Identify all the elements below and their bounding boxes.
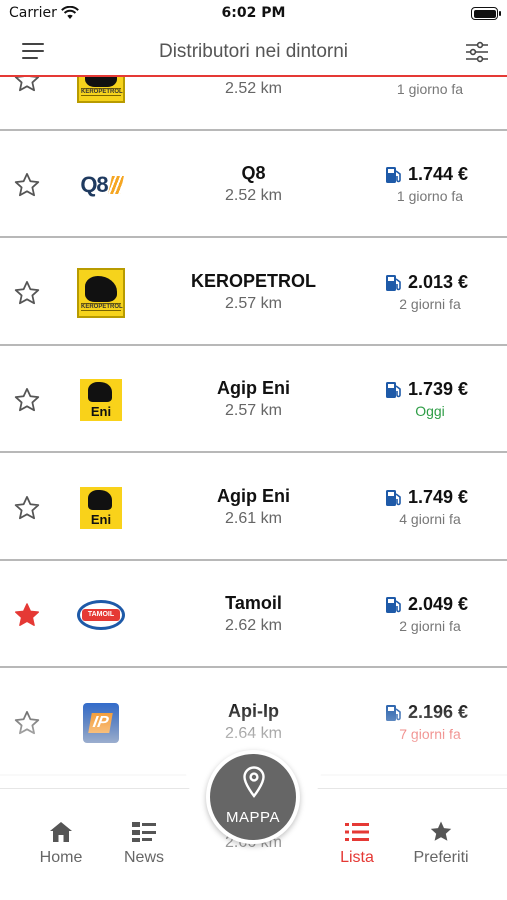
station-row[interactable]: Q8 Q8 2.52 km 1.744 € 1 giorno fa (0, 131, 507, 238)
nav-bar: Distributori nei dintorni (0, 30, 507, 77)
station-row[interactable]: TAMOIL Tamoil 2.62 km 2.049 € 2 giorni f… (0, 561, 507, 668)
station-name: Tamoil (225, 593, 282, 613)
fuel-price: 1.749 € (408, 487, 469, 507)
fuel-pump-icon (386, 167, 401, 183)
fuel-price: 2.013 € (408, 272, 469, 292)
tab-home[interactable]: Home (21, 819, 101, 867)
station-name: Agip Eni (217, 486, 290, 506)
price-updated: 1 giorno fa (396, 188, 464, 204)
station-distance: 2.62 km (225, 617, 282, 634)
price-updated: 4 giorni fa (399, 511, 461, 527)
list-icon (345, 823, 369, 841)
filter-settings-icon[interactable] (465, 40, 489, 64)
fuel-price: 1.744 € (408, 164, 469, 184)
fuel-price: 2.196 € (408, 702, 469, 722)
price-updated: 7 giorni fa (399, 726, 461, 742)
news-icon (132, 822, 156, 842)
price-updated: Oggi (415, 403, 445, 419)
station-name: Q8 (241, 163, 266, 183)
star-outline-icon[interactable] (13, 279, 41, 307)
station-distance: 2.52 km (225, 80, 282, 97)
fuel-pump-icon (386, 490, 401, 506)
station-distance: 2.52 km (225, 187, 282, 204)
station-row[interactable]: Eni Agip Eni 2.57 km 1.739 € Oggi (0, 346, 507, 453)
fuel-pump-icon (386, 597, 401, 613)
price-updated: 2 giorni fa (399, 618, 461, 634)
keropetrol-logo: KEROPETROL (73, 265, 129, 321)
eni-logo: Eni (73, 372, 129, 428)
station-distance: 2.61 km (225, 510, 282, 527)
price-updated: 2 giorni fa (399, 296, 461, 312)
map-button[interactable]: MAPPA (206, 750, 300, 844)
star-filled-icon[interactable] (13, 601, 41, 629)
tab-label: Preferiti (413, 849, 469, 866)
fuel-pump-icon (386, 275, 401, 291)
station-distance: 2.57 km (225, 402, 282, 419)
map-button-label: MAPPA (226, 809, 280, 826)
station-distance: 2.57 km (225, 295, 282, 312)
star-outline-icon[interactable] (13, 494, 41, 522)
q8-logo: Q8 (73, 157, 129, 213)
eni-logo: Eni (73, 480, 129, 536)
tamoil-logo: TAMOIL (73, 587, 129, 643)
station-row[interactable]: Eni Agip Eni 2.61 km 1.749 € 4 giorni fa (0, 454, 507, 561)
star-outline-icon[interactable] (13, 386, 41, 414)
star-outline-icon[interactable] (13, 171, 41, 199)
tab-preferiti[interactable]: Preferiti (401, 819, 481, 867)
home-icon (50, 822, 72, 842)
star-icon (430, 821, 452, 841)
station-name: Agip Eni (217, 378, 290, 398)
fuel-pump-icon (386, 705, 401, 721)
station-distance: 2.64 km (225, 725, 282, 742)
fuel-price: 1.739 € (408, 379, 469, 399)
station-row[interactable]: KEROPETROL KEROPETROL 2.57 km 2.013 € 2 … (0, 239, 507, 346)
fuel-price: 2.049 € (408, 594, 469, 614)
ip-logo: IP (73, 695, 129, 751)
page-title: Distributori nei dintorni (158, 41, 349, 62)
tab-label: Home (39, 849, 83, 866)
station-name: KEROPETROL (190, 271, 316, 291)
map-pin-icon (243, 766, 265, 798)
price-updated: 1 giorno fa (396, 81, 464, 97)
fuel-pump-icon (386, 382, 401, 398)
star-outline-icon[interactable] (13, 709, 41, 737)
station-name: Api-Ip (228, 701, 279, 721)
